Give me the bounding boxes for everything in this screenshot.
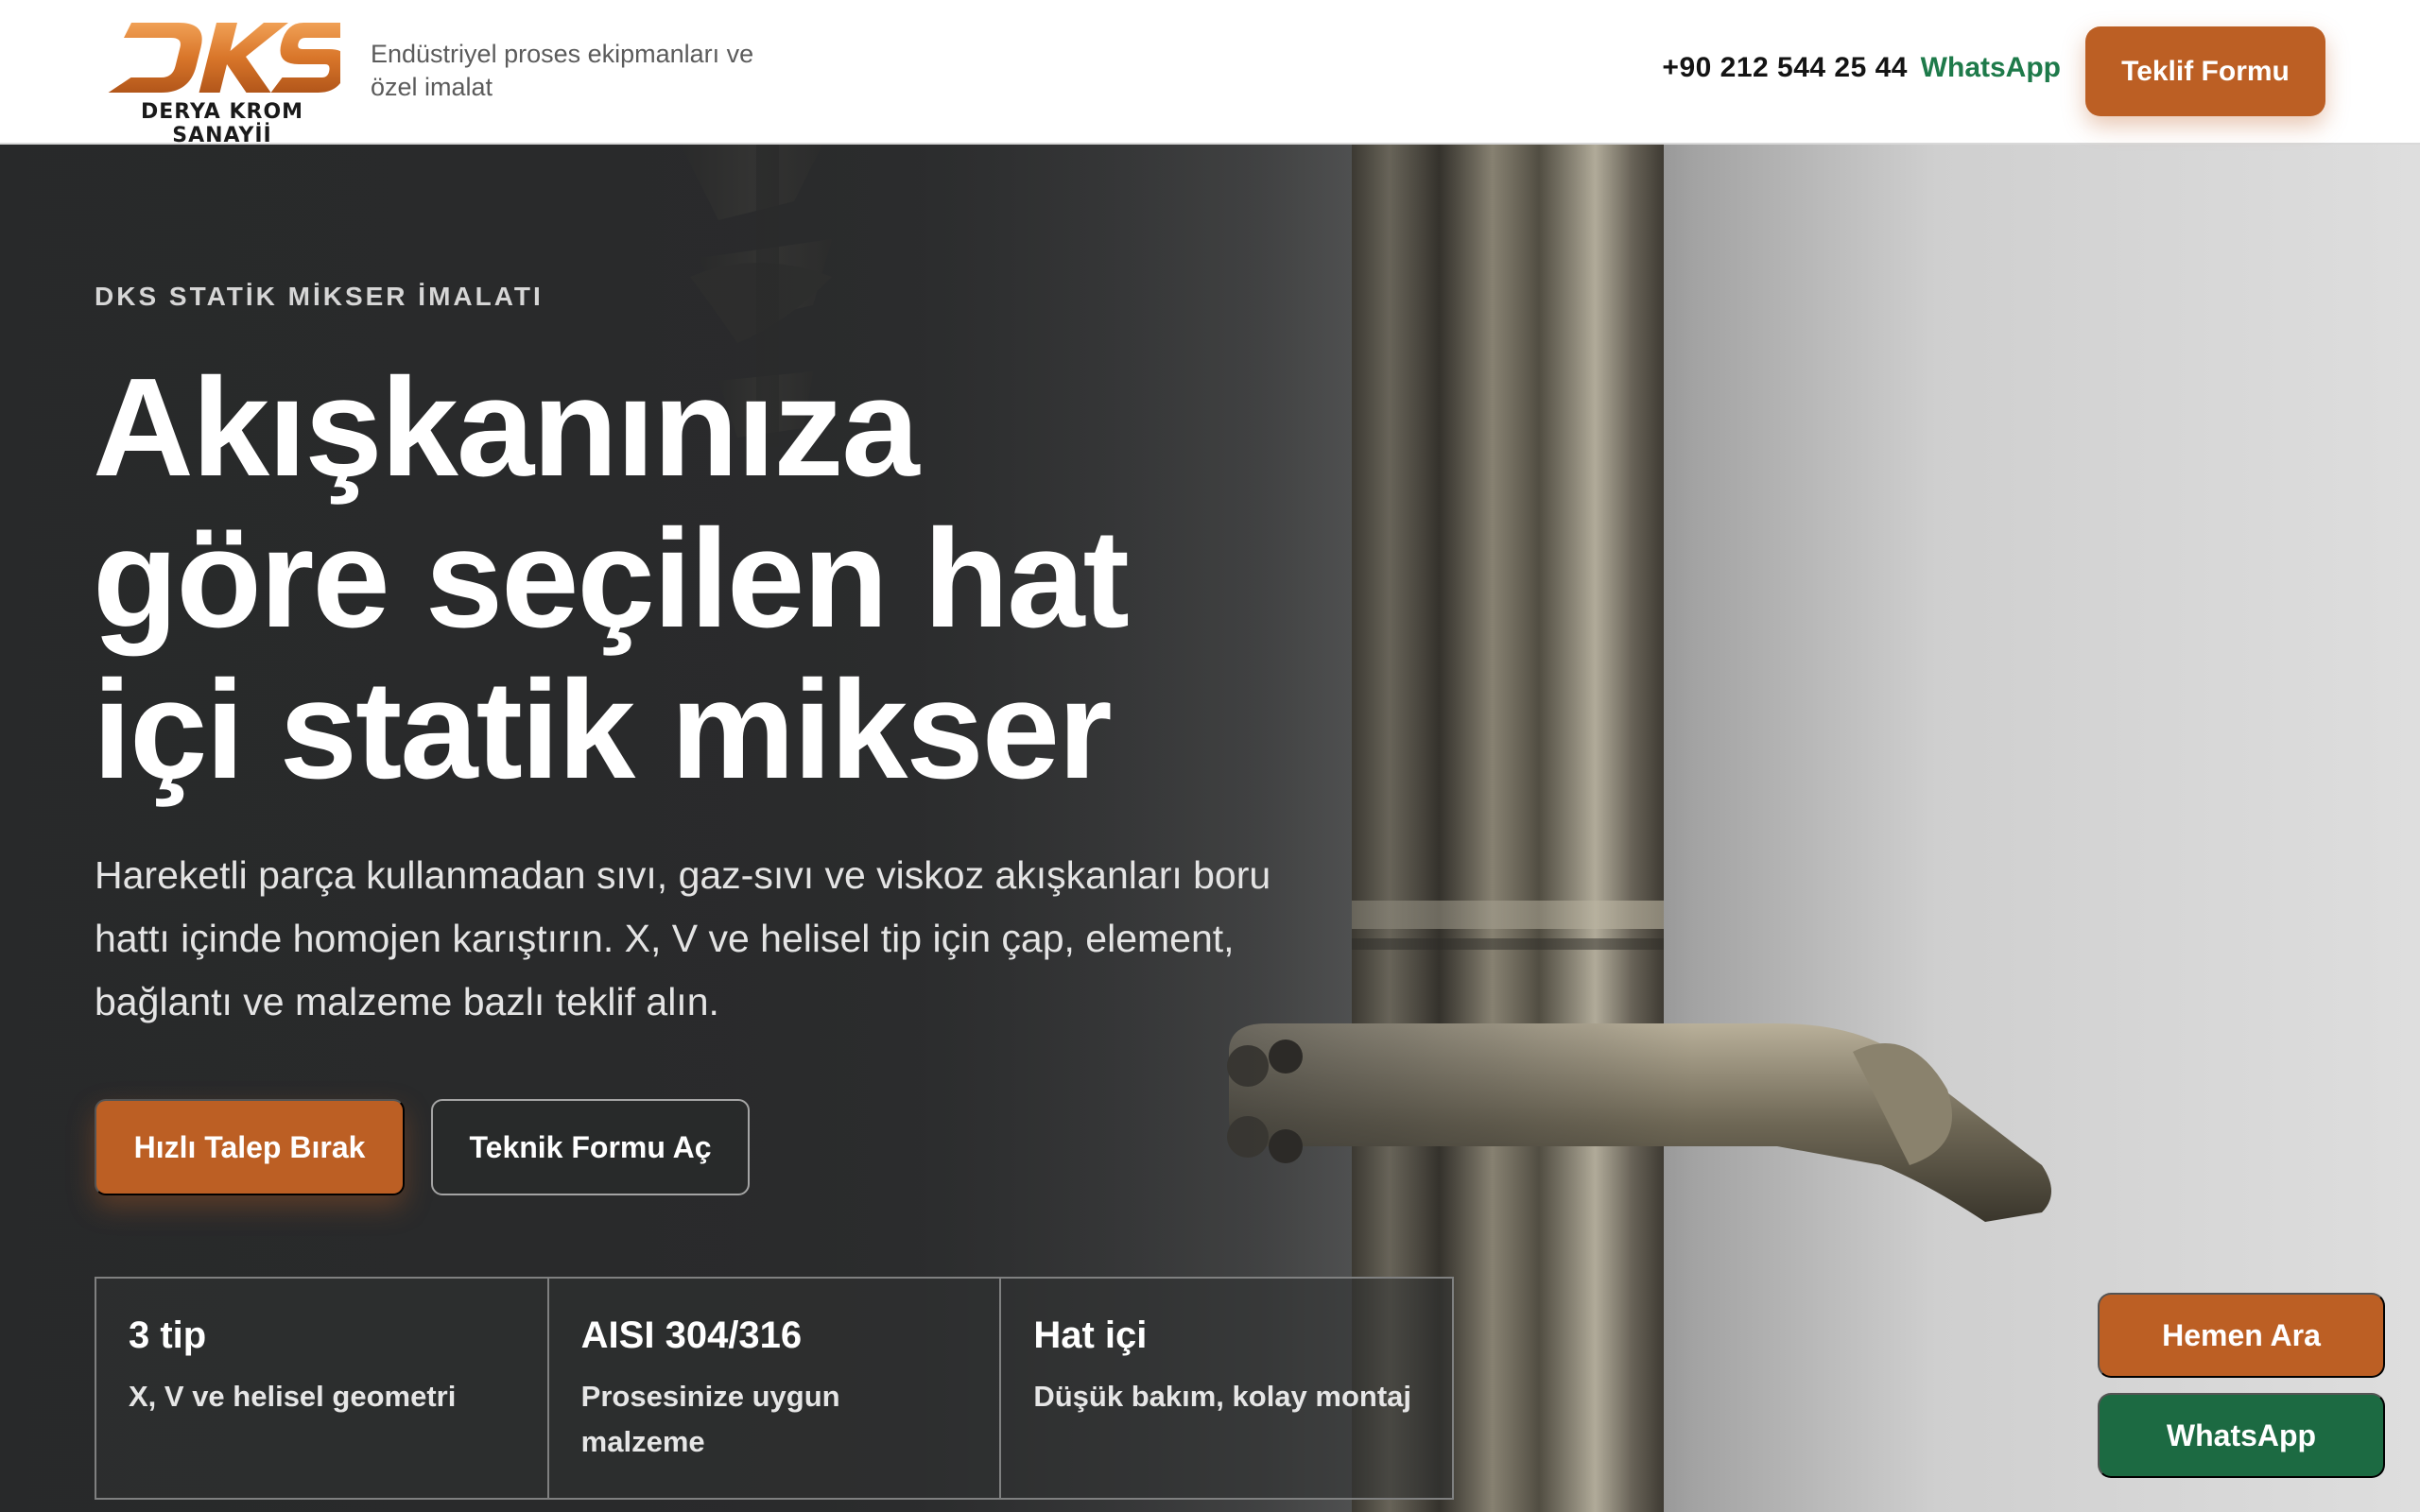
- header-tagline: Endüstriyel proses ekipmanları ve özel i…: [371, 40, 754, 101]
- site-header: DERYA KROM SANAYİİ Endüstriyel proses ek…: [0, 0, 2420, 147]
- stat-item: 3 tip X, V ve helisel geometri: [96, 1279, 549, 1498]
- header-phone-link[interactable]: +90 212 544 25 44: [1662, 52, 1908, 84]
- hero-section: DKS STATİK MİKSER İMALATI Akışkanınıza g…: [0, 145, 2420, 1512]
- quick-request-button[interactable]: Hızlı Talep Bırak: [95, 1099, 405, 1195]
- stat-description: X, V ve helisel geometri: [129, 1380, 457, 1413]
- hero-kicker: DKS STATİK MİKSER İMALATI: [95, 282, 544, 311]
- floating-call-button[interactable]: Hemen Ara: [2098, 1293, 2385, 1378]
- stat-item: AISI 304/316 Prosesinize uygun malzeme: [549, 1279, 1002, 1498]
- logo-caption: DERYA KROM SANAYİİ: [140, 100, 304, 147]
- dks-logo-mark: [108, 23, 357, 93]
- header-whatsapp-link[interactable]: WhatsApp: [1921, 52, 2061, 84]
- hero-title: Akışkanınıza göre seçilen hat içi statik…: [93, 350, 1130, 808]
- stat-description: Prosesinize uygun malzeme: [580, 1380, 840, 1458]
- stat-title: AISI 304/316: [580, 1314, 803, 1356]
- floating-whatsapp-button[interactable]: WhatsApp: [2098, 1393, 2385, 1478]
- stat-title: 3 tip: [129, 1314, 207, 1356]
- stat-item: Hat içi Düşük bakım, kolay montaj: [1001, 1279, 1452, 1498]
- hero-description: Hareketli parça kullanmadan sıvı, gaz-sı…: [95, 853, 1271, 1023]
- stat-title: Hat içi: [1033, 1314, 1148, 1356]
- quote-form-button[interactable]: Teklif Formu: [2085, 26, 2325, 116]
- dks-logo[interactable]: DERYA KROM SANAYİİ: [104, 19, 357, 147]
- stats-panel: 3 tip X, V ve helisel geometri AISI 304/…: [95, 1277, 1454, 1500]
- stat-description: Düşük bakım, kolay montaj: [1033, 1380, 1412, 1413]
- technical-form-button[interactable]: Teknik Formu Aç: [431, 1099, 750, 1195]
